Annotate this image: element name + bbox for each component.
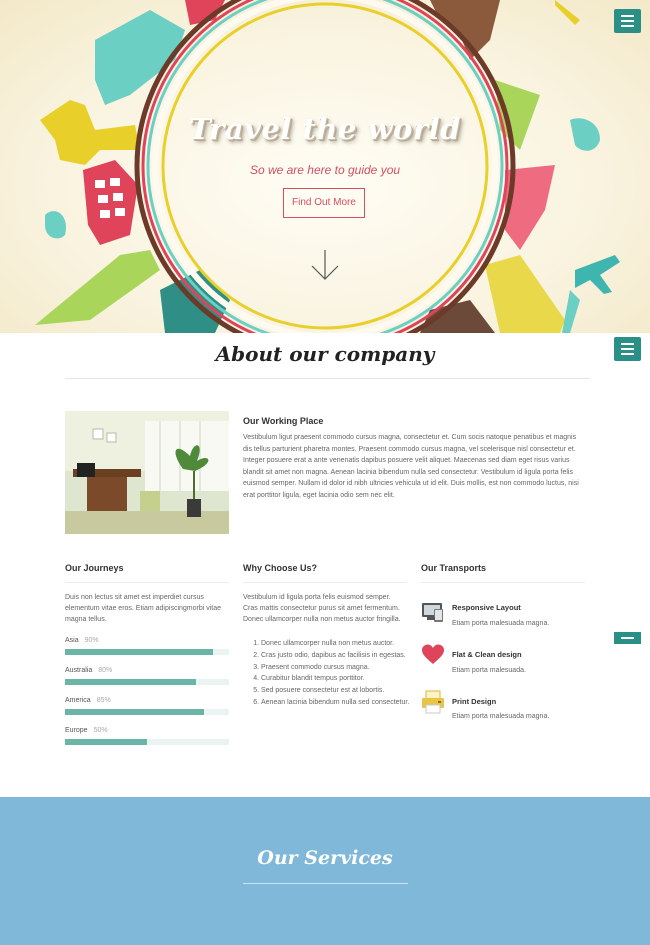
skill-fill bbox=[65, 649, 213, 655]
hero-title: Travel the world bbox=[189, 112, 461, 146]
menu-toggle-button[interactable] bbox=[614, 9, 641, 33]
list-item: Sed posuere consectetur est at lobortis. bbox=[261, 685, 421, 697]
devices-icon bbox=[422, 603, 443, 622]
transports-title: Our Transports bbox=[421, 563, 487, 573]
divider bbox=[421, 582, 585, 583]
transport-text: Etiam porta malesuada. bbox=[452, 667, 526, 674]
transport-title: Print Design bbox=[452, 697, 497, 706]
skill-fill bbox=[65, 679, 197, 685]
skill-bar-america bbox=[65, 709, 229, 715]
find-out-more-button[interactable]: Find Out More bbox=[283, 188, 365, 218]
office-photo bbox=[65, 411, 229, 534]
list-item: Donec ullamcorper nulla non metus auctor… bbox=[261, 638, 421, 650]
divider bbox=[65, 378, 590, 379]
journeys-title: Our Journeys bbox=[65, 563, 124, 573]
services-section: Our Services bbox=[0, 797, 650, 945]
divider bbox=[65, 582, 229, 583]
journeys-text: Duis non lectus sit amet est imperdiet c… bbox=[65, 594, 222, 623]
heart-icon bbox=[422, 644, 444, 664]
transport-text: Etiam porta malesuada magna. bbox=[452, 713, 550, 720]
hero-subtitle: So we are here to guide you bbox=[249, 163, 401, 177]
why-title: Why Choose Us? bbox=[243, 563, 318, 573]
working-place-text: Vestibulum ligut praesent commodo cursus… bbox=[243, 434, 579, 499]
list-item: Curabitur blandit tempus porttitor. bbox=[261, 673, 421, 685]
transport-text: Etiam porta malesuada magna. bbox=[452, 620, 550, 627]
menu-tab-button[interactable] bbox=[614, 632, 641, 644]
divider bbox=[243, 582, 407, 583]
arrow-down-icon[interactable] bbox=[310, 248, 340, 282]
divider bbox=[243, 883, 408, 884]
menu-toggle-button-sticky[interactable] bbox=[614, 337, 641, 361]
hero-section: Travel the world So we are here to guide… bbox=[0, 0, 650, 333]
services-title: Our Services bbox=[257, 847, 393, 869]
skill-bar-europe bbox=[65, 739, 229, 745]
skill-bar-australia bbox=[65, 679, 229, 685]
list-item: Praesent commodo cursus magna. bbox=[261, 662, 421, 674]
skill-label-europe: Europe 50% bbox=[65, 727, 108, 734]
list-item: Cras justo odio, dapibus ac facilisis in… bbox=[261, 650, 421, 662]
why-list: Donec ullamcorper nulla non metus auctor… bbox=[243, 638, 421, 709]
skill-label-asia: Asia 90% bbox=[65, 637, 99, 644]
why-text: Vestibulum id ligula porta felis euismod… bbox=[243, 594, 401, 623]
skill-bar-asia bbox=[65, 649, 229, 655]
working-place-title: Our Working Place bbox=[243, 416, 324, 426]
about-title: About our company bbox=[215, 342, 435, 366]
printer-icon bbox=[422, 690, 444, 714]
skill-fill bbox=[65, 709, 205, 715]
skill-label-australia: Australia 80% bbox=[65, 667, 113, 674]
skill-label-america: America 85% bbox=[65, 697, 111, 704]
transport-title: Responsive Layout bbox=[452, 603, 521, 612]
transport-title: Flat & Clean design bbox=[452, 650, 522, 659]
list-item: Aenean lacinia bibendum nulla sed consec… bbox=[261, 697, 421, 709]
skill-fill bbox=[65, 739, 147, 745]
